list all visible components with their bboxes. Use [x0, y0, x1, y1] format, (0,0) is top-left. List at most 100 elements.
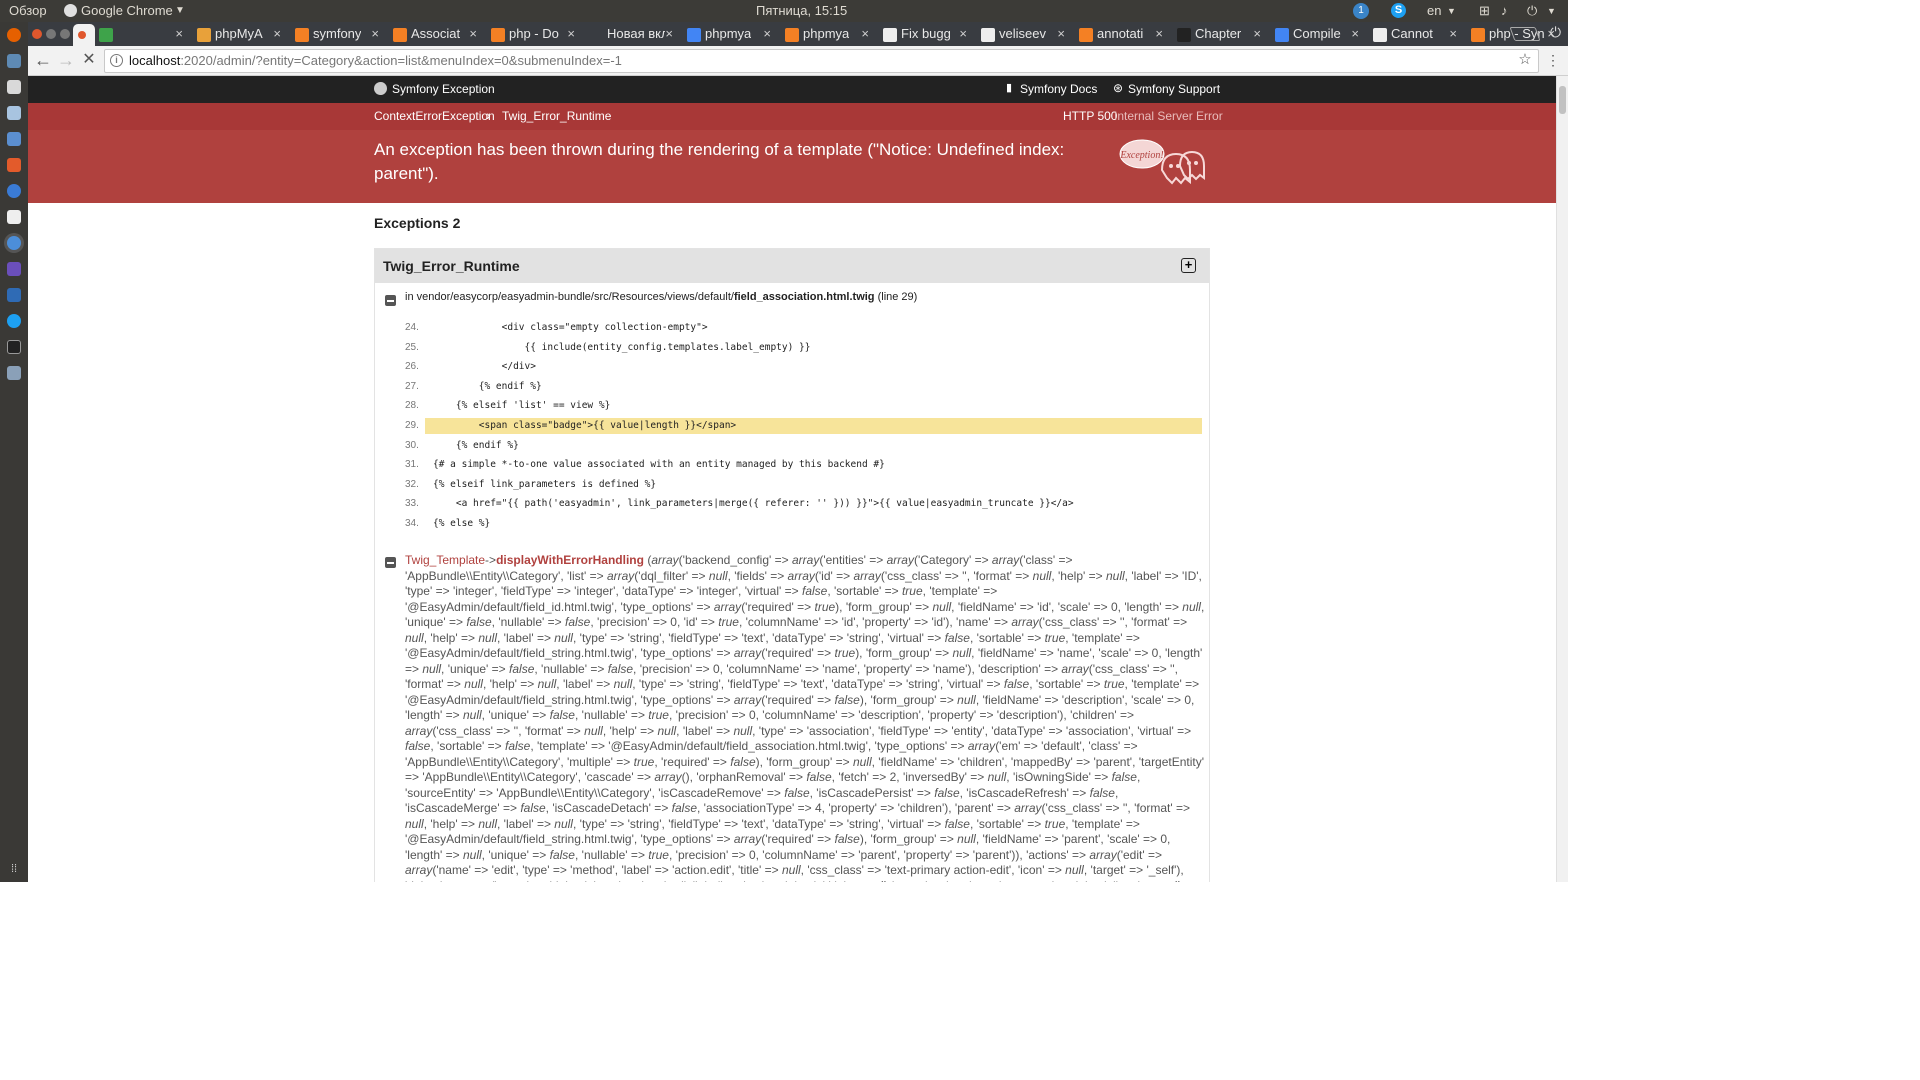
tab-close-icon[interactable]: × — [1253, 26, 1261, 41]
keyboard-language[interactable]: en — [1427, 3, 1441, 18]
forward-button-icon[interactable]: → — [56, 50, 76, 70]
browser-tab[interactable]: Chapter × — [1173, 24, 1265, 46]
tab-favicon-icon — [687, 28, 701, 42]
text-launcher-icon[interactable] — [7, 132, 21, 146]
writer-launcher-icon[interactable] — [7, 106, 21, 120]
browser-tab[interactable]: Fix bugg × — [879, 24, 971, 46]
tab-favicon-icon — [1275, 28, 1289, 42]
stop-loading-icon[interactable]: ✕ — [79, 50, 99, 70]
code-line: 25. {{ include(entity_config.templates.l… — [375, 339, 1211, 357]
app-menu-chevron-icon[interactable]: ▼ — [175, 5, 185, 16]
terminal-launcher-icon[interactable] — [7, 340, 21, 354]
image-viewer-launcher-icon[interactable] — [7, 366, 21, 380]
chrome-menu-icon[interactable]: ⋮ — [1543, 50, 1563, 70]
bookmark-star-icon[interactable]: ☆ — [1515, 50, 1535, 70]
symfony-docs-link[interactable]: Symfony Docs — [1020, 82, 1097, 96]
back-button-icon[interactable]: ← — [33, 50, 53, 70]
tab-close-icon[interactable]: × — [371, 26, 379, 41]
line-number: 24. — [405, 322, 419, 333]
skype-tray-icon[interactable]: S — [1391, 3, 1406, 18]
software-center-launcher-icon[interactable] — [7, 158, 21, 172]
chrome-app-icon — [64, 4, 77, 17]
symfony-support-link[interactable]: Symfony Support — [1128, 82, 1220, 96]
breadcrumb-exception[interactable]: ContextErrorException — [374, 109, 495, 123]
code-line: 26. </div> — [375, 358, 1211, 376]
tab-close-icon[interactable]: × — [1155, 26, 1163, 41]
code-line: 30. {% endif %} — [375, 437, 1211, 455]
ide-launcher-icon[interactable] — [7, 288, 21, 302]
help-launcher-icon[interactable] — [7, 184, 21, 198]
collapse-source-icon[interactable] — [385, 295, 396, 306]
tab-close-icon[interactable]: × — [175, 26, 183, 41]
page-scrollbar[interactable] — [1556, 76, 1568, 882]
browser-tab[interactable]: Compile × — [1271, 24, 1363, 46]
tab-close-icon[interactable]: × — [861, 26, 869, 41]
site-info-icon[interactable]: i — [110, 54, 123, 67]
volume-icon[interactable]: ♪ — [1501, 3, 1508, 18]
tab-close-icon[interactable]: × — [763, 26, 771, 41]
tab-close-icon[interactable]: × — [469, 26, 477, 41]
browser-tab[interactable]: Associat × — [389, 24, 481, 46]
expand-all-icon[interactable]: + — [1181, 258, 1196, 273]
tab-favicon-icon — [491, 28, 505, 42]
tab-close-icon[interactable]: × — [567, 26, 575, 41]
window-close-button-icon[interactable]: ⏻ — [1550, 24, 1561, 41]
power-icon[interactable]: ⏻ — [1527, 3, 1537, 19]
line-number: 29. — [405, 420, 419, 431]
power-chevron-icon[interactable]: ▼ — [1547, 6, 1556, 16]
code-line: 31. {# a simple *-to-one value associated… — [375, 456, 1211, 474]
tab-favicon-icon — [1177, 28, 1191, 42]
symfony-logo-icon — [374, 82, 387, 95]
scrollbar-thumb[interactable] — [1559, 86, 1566, 114]
tab-close-icon[interactable]: × — [1057, 26, 1065, 41]
show-apps-icon[interactable]: ⁞⁞ — [7, 862, 21, 876]
trace-class[interactable]: Twig_Template — [405, 553, 485, 567]
browser-tab[interactable]: phpMyA × — [193, 24, 285, 46]
browser-tab[interactable]: symfony × — [291, 24, 383, 46]
browser-tab[interactable]: annotati × — [1075, 24, 1167, 46]
window-minimize-icon[interactable] — [46, 29, 56, 39]
browser-tab[interactable]: veliseev × — [977, 24, 1069, 46]
tab-close-icon[interactable]: × — [273, 26, 281, 41]
document-launcher-icon[interactable] — [7, 80, 21, 94]
app-menu[interactable]: Google Chrome — [81, 3, 173, 18]
tab-active[interactable] — [73, 24, 95, 46]
tab-close-icon[interactable]: × — [665, 26, 673, 41]
language-chevron-icon[interactable]: ▼ — [1447, 6, 1456, 16]
code-line: 33. <a href="{{ path('easyadmin', link_p… — [375, 495, 1211, 513]
tab-close-icon[interactable]: × — [1449, 26, 1457, 41]
os-top-panel: Обзор Google Chrome ▼ Пятница, 15:15 1 S… — [0, 0, 1568, 22]
new-tab-button[interactable] — [1509, 27, 1541, 41]
collapse-trace-icon[interactable] — [385, 557, 396, 568]
tab-favicon-icon — [1373, 28, 1387, 42]
tab-close-icon[interactable]: × — [959, 26, 967, 41]
amazon-launcher-icon[interactable] — [7, 210, 21, 224]
network-icon[interactable]: ⊞ — [1479, 3, 1490, 19]
browser-tab[interactable]: × — [95, 24, 187, 46]
browser-tab[interactable]: Cannot × — [1369, 24, 1461, 46]
window-maximize-icon[interactable] — [60, 29, 70, 39]
activities-button[interactable]: Обзор — [9, 3, 47, 18]
code-line-highlighted: 29. <span class="badge">{{ value|length … — [375, 417, 1211, 435]
browser-tab[interactable]: phpmya × — [683, 24, 775, 46]
line-number: 32. — [405, 478, 419, 490]
browser-tab[interactable]: phpmya × — [781, 24, 873, 46]
phpstorm-launcher-icon[interactable] — [7, 262, 21, 276]
line-source: {# a simple *-to-one value associated wi… — [433, 459, 885, 471]
files-launcher-icon[interactable] — [7, 54, 21, 68]
address-bar[interactable]: i localhost:2020/admin/?entity=Category&… — [104, 49, 1539, 73]
clock[interactable]: Пятница, 15:15 — [756, 3, 847, 18]
tab-close-icon[interactable]: × — [1351, 26, 1359, 41]
window-close-icon[interactable] — [32, 29, 42, 39]
line-source: {% elseif 'list' == view %} — [433, 400, 611, 412]
firefox-launcher-icon[interactable] — [7, 28, 21, 42]
skype-launcher-icon[interactable] — [7, 314, 21, 328]
chrome-launcher-icon[interactable] — [7, 236, 21, 250]
trace-method[interactable]: displayWithErrorHandling — [496, 553, 644, 567]
update-notification-icon[interactable]: 1 — [1353, 3, 1369, 19]
breadcrumb-current[interactable]: Twig_Error_Runtime — [502, 109, 611, 123]
browser-tab[interactable]: Новая вкла× — [585, 24, 677, 46]
tab-favicon-icon — [393, 28, 407, 42]
browser-tab[interactable]: php - Do × — [487, 24, 579, 46]
book-icon: ▮ — [1006, 82, 1013, 94]
